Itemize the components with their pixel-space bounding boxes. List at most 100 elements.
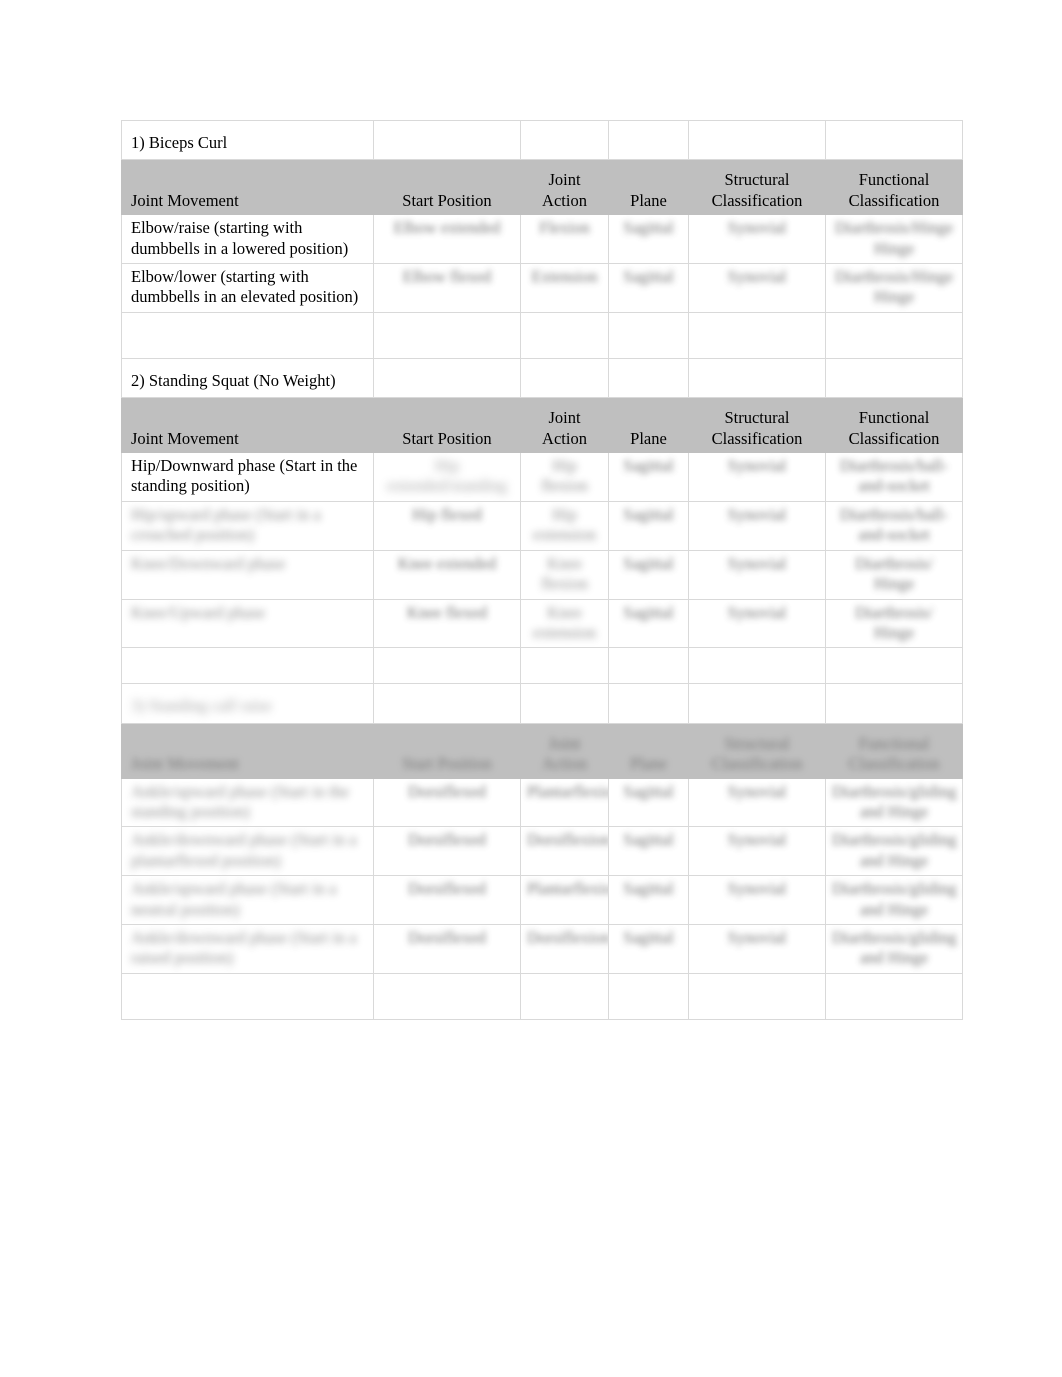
cell-functional-classification: Diarthrosis/ball- and-socket bbox=[825, 452, 963, 502]
cell-start-position: Hip extended/standing bbox=[373, 452, 521, 502]
cell-functional-classification: Diarthrosis/Hinge Hinge bbox=[825, 263, 963, 313]
redacted-text: flexion bbox=[541, 476, 588, 496]
cell-plane: Sagittal bbox=[608, 875, 689, 925]
cell-structural-classification: Synovial bbox=[688, 500, 826, 551]
cell-start-position: Dorsiflexed bbox=[373, 923, 521, 974]
empty-cell bbox=[373, 647, 521, 685]
structural-line-1: Structural bbox=[724, 408, 790, 428]
redacted-text: Synovial bbox=[727, 879, 787, 899]
section-3-header-row: Joint Movement Start Position Joint Acti… bbox=[121, 722, 963, 779]
cell-structural-classification: Synovial bbox=[688, 549, 826, 600]
table-row: Knee/Upward phase Knee flexed Knee exten… bbox=[121, 598, 963, 649]
redacted-text: Sagittal bbox=[623, 602, 674, 622]
redacted-text: Diarthrosis/gliding bbox=[832, 781, 957, 801]
cell-plane: Sagittal bbox=[608, 263, 689, 313]
cell-joint-movement: Ankle/upward phase (Start in a neutral p… bbox=[121, 875, 374, 925]
table-row: Ankle/upward phase (Start in a neutral p… bbox=[121, 875, 963, 925]
empty-cell bbox=[520, 357, 609, 399]
redacted-text: Hinge bbox=[873, 238, 915, 258]
redacted-text: Ankle/upward phase (Start in the standin… bbox=[131, 781, 350, 821]
redacted-text: Sagittal bbox=[623, 879, 674, 899]
redacted-text: extension bbox=[532, 525, 597, 545]
redacted-text: Knee flexed bbox=[406, 602, 488, 622]
functional-line-2: Classification bbox=[848, 190, 940, 210]
spacer-row bbox=[121, 647, 963, 685]
cell-joint-action: Knee extension bbox=[520, 598, 609, 649]
redacted-text: Hinge bbox=[873, 622, 915, 642]
redacted-text: Diarthrosis/gliding bbox=[832, 830, 957, 850]
cell-joint-action: Knee flexion bbox=[520, 549, 609, 600]
redacted-text: Knee bbox=[547, 553, 582, 573]
joint-analysis-table: 1) Biceps Curl Joint Movement Start Posi… bbox=[121, 119, 963, 1020]
empty-cell bbox=[688, 683, 826, 724]
redacted-text: Functional bbox=[858, 733, 930, 753]
cell-start-position: Knee extended bbox=[373, 549, 521, 600]
table-row: Ankle/upward phase (Start in the standin… bbox=[121, 777, 963, 828]
cell-joint-action: Plantarflexion bbox=[520, 777, 609, 828]
section-2-title-row: 2) Standing Squat (No Weight) bbox=[121, 357, 963, 399]
redacted-text: Dorsiflexed bbox=[408, 879, 486, 899]
redacted-text: Elbow flexed bbox=[402, 267, 492, 287]
column-header-plane: Plane bbox=[608, 397, 689, 454]
empty-cell bbox=[520, 311, 609, 359]
empty-cell bbox=[608, 119, 689, 161]
column-header-structural-classification: Structural Classification bbox=[688, 159, 826, 216]
redacted-text: Synovial bbox=[727, 456, 787, 476]
redacted-text: Dorsiflexed bbox=[408, 781, 486, 801]
redacted-text: Hip extended/standing bbox=[386, 456, 508, 496]
redacted-text: and Hinge bbox=[859, 948, 929, 968]
redacted-text: Extension bbox=[531, 267, 598, 287]
structural-line-1: Structural bbox=[724, 170, 790, 190]
cell-start-position: Dorsiflexed bbox=[373, 777, 521, 828]
empty-cell bbox=[608, 357, 689, 399]
spacer-row bbox=[121, 972, 963, 1020]
functional-line-1: Functional bbox=[858, 170, 930, 190]
column-header-joint-movement: Joint Movement bbox=[121, 397, 374, 454]
redacted-text: Synovial bbox=[727, 504, 787, 524]
redacted-text: Sagittal bbox=[623, 553, 674, 573]
redacted-text: Diarthrosis/ball- bbox=[839, 504, 949, 524]
empty-cell bbox=[520, 972, 609, 1020]
empty-cell bbox=[825, 357, 963, 399]
cell-plane: Sagittal bbox=[608, 214, 689, 265]
redacted-text: Hip bbox=[552, 456, 577, 476]
redacted-text: Sagittal bbox=[623, 927, 674, 947]
cell-structural-classification: Synovial bbox=[688, 598, 826, 649]
section-title-standing-squat: 2) Standing Squat (No Weight) bbox=[121, 357, 374, 399]
redacted-text: Sagittal bbox=[623, 456, 674, 476]
cell-start-position: Hip flexed bbox=[373, 500, 521, 551]
column-header-structural-classification: Structural Classification bbox=[688, 397, 826, 454]
empty-cell bbox=[688, 357, 826, 399]
joint-action-line-1: Joint bbox=[548, 408, 581, 428]
redacted-text: and Hinge bbox=[859, 899, 929, 919]
cell-joint-action: Dorsiflexion bbox=[520, 826, 609, 877]
column-header-start-position: Start Position bbox=[373, 722, 521, 779]
cell-functional-classification: Diarthrosis/ Hinge bbox=[825, 549, 963, 600]
redacted-text: Joint bbox=[548, 733, 581, 753]
cell-structural-classification: Synovial bbox=[688, 826, 826, 877]
empty-cell bbox=[688, 311, 826, 359]
redacted-text: Dorsiflexed bbox=[408, 830, 486, 850]
redacted-text: and-socket bbox=[858, 525, 930, 545]
column-header-start-position: Start Position bbox=[373, 397, 521, 454]
cell-functional-classification: Diarthrosis/gliding and Hinge bbox=[825, 826, 963, 877]
column-header-functional-classification: Functional Classification bbox=[825, 159, 963, 216]
column-header-plane: Plane bbox=[608, 722, 689, 779]
column-header-joint-movement: Joint Movement bbox=[121, 722, 374, 779]
redacted-text: extension bbox=[532, 622, 597, 642]
cell-plane: Sagittal bbox=[608, 549, 689, 600]
cell-structural-classification: Synovial bbox=[688, 452, 826, 502]
redacted-text: Dorsiflexed bbox=[408, 927, 486, 947]
cell-start-position: Dorsiflexed bbox=[373, 826, 521, 877]
redacted-text: Diarthrosis/Hinge bbox=[834, 218, 954, 238]
cell-structural-classification: Synovial bbox=[688, 214, 826, 265]
redacted-text: Diarthrosis/ bbox=[855, 553, 933, 573]
cell-joint-action: Dorsiflexion bbox=[520, 923, 609, 974]
empty-cell bbox=[373, 357, 521, 399]
redacted-text: Diarthrosis/Hinge bbox=[834, 267, 954, 287]
redacted-text: Ankle/downward phase (Start in a raised … bbox=[131, 927, 357, 968]
redacted-text: Classification bbox=[848, 754, 940, 774]
redacted-text: Synovial bbox=[727, 830, 787, 850]
cell-functional-classification: Diarthrosis/gliding and Hinge bbox=[825, 875, 963, 925]
empty-cell bbox=[825, 119, 963, 161]
